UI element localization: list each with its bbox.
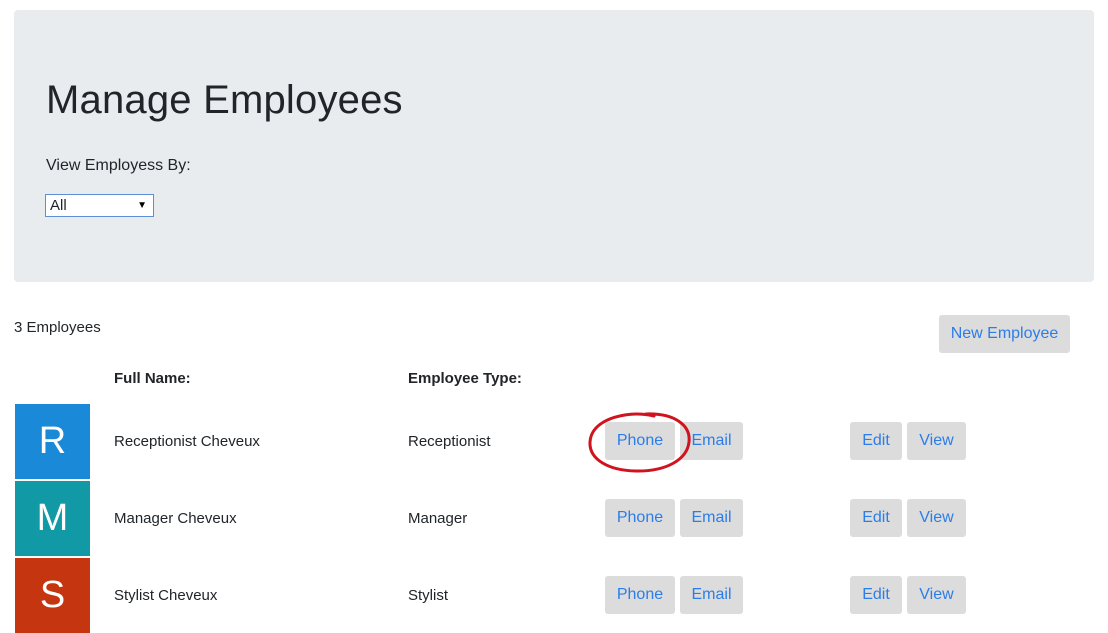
employee-type: Stylist <box>408 587 449 604</box>
phone-button[interactable]: Phone <box>605 576 675 614</box>
view-button[interactable]: View <box>907 576 966 614</box>
filter-selected-value: All <box>50 197 67 214</box>
employee-name: Stylist Cheveux <box>114 587 218 604</box>
column-header-employee-type: Employee Type: <box>408 370 522 387</box>
header-panel: Manage Employees View Employess By: All … <box>14 10 1094 282</box>
dropdown-arrow-icon: ▼ <box>137 200 147 211</box>
edit-button[interactable]: Edit <box>850 422 902 460</box>
table-row: S Stylist Cheveux Stylist Phone Email Ed… <box>0 558 1108 633</box>
manage-employees-page: Manage Employees View Employess By: All … <box>0 0 1108 633</box>
avatar: S <box>15 558 90 633</box>
avatar: R <box>15 404 90 479</box>
table-row: R Receptionist Cheveux Receptionist Phon… <box>0 404 1108 479</box>
email-button[interactable]: Email <box>680 499 743 537</box>
email-button[interactable]: Email <box>680 422 743 460</box>
phone-button[interactable]: Phone <box>605 422 675 460</box>
employee-name: Manager Cheveux <box>114 510 237 527</box>
employee-filter-select[interactable]: All ▼ <box>45 194 154 217</box>
email-button[interactable]: Email <box>680 576 743 614</box>
edit-button[interactable]: Edit <box>850 576 902 614</box>
filter-label: View Employess By: <box>46 157 191 174</box>
employee-name: Receptionist Cheveux <box>114 433 260 450</box>
employee-type: Receptionist <box>408 433 491 450</box>
phone-button[interactable]: Phone <box>605 499 675 537</box>
edit-button[interactable]: Edit <box>850 499 902 537</box>
new-employee-button[interactable]: New Employee <box>939 315 1070 353</box>
table-row: M Manager Cheveux Manager Phone Email Ed… <box>0 481 1108 556</box>
column-header-full-name: Full Name: <box>114 370 191 387</box>
employee-type: Manager <box>408 510 468 527</box>
view-button[interactable]: View <box>907 422 966 460</box>
view-button[interactable]: View <box>907 499 966 537</box>
employee-count: 3 Employees <box>14 319 101 336</box>
avatar: M <box>15 481 90 556</box>
page-title: Manage Employees <box>46 78 403 122</box>
